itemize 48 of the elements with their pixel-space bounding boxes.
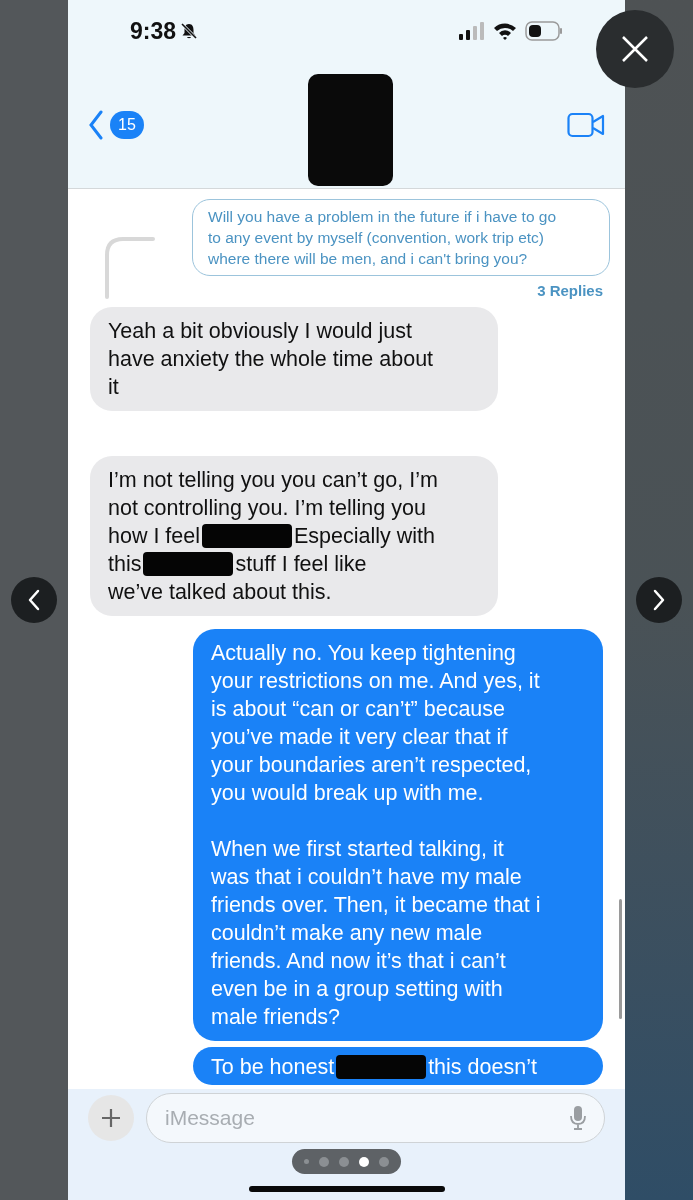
message-text: male friends? — [211, 1003, 342, 1031]
wifi-icon — [493, 22, 517, 40]
message-text: you’ve made it very clear that if — [211, 723, 509, 751]
message-text: this — [108, 550, 142, 578]
status-time: 9:38 — [130, 16, 177, 46]
back-button[interactable]: 15 — [88, 110, 144, 140]
message-text: was that i couldn’t have my male — [211, 863, 523, 891]
message-text: your boundaries aren’t respected, — [211, 751, 533, 779]
close-icon — [621, 35, 649, 63]
message-text: not controlling you. I’m telling you — [108, 494, 427, 522]
message-text: how I feel — [108, 522, 201, 550]
message-text: we’ve talked about this. — [108, 578, 333, 606]
quoted-message-bubble[interactable]: Will you have a problem in the future if i have to go to any event by myself (convention, work trip etc) where there will be men, and i can't bring you? — [192, 199, 610, 276]
message-text: Yeah a bit obviously I would just — [108, 317, 413, 345]
chevron-left-icon — [27, 589, 41, 611]
quoted-text: to any event by myself (convention, work trip etc) — [208, 228, 545, 248]
message-text: is about “can or can’t” because — [211, 695, 506, 723]
battery-icon — [525, 21, 563, 41]
message-text: this doesn’t — [428, 1053, 537, 1081]
previous-button[interactable] — [11, 577, 57, 623]
quoted-text: Will you have a problem in the future if i have to go — [208, 207, 558, 227]
message-text: your restrictions on me. And yes, it — [211, 667, 541, 695]
message-input-field[interactable]: iMessage — [146, 1093, 605, 1143]
back-chevron-icon — [88, 110, 104, 140]
video-camera-icon[interactable] — [567, 112, 605, 138]
message-text: you would break up with me. — [211, 779, 485, 807]
message-text: friends. And now it’s that i can’t — [211, 947, 507, 975]
plus-icon — [101, 1108, 121, 1128]
message-text: Actually no. You keep tightening — [211, 639, 517, 667]
message-text: it — [108, 373, 120, 401]
message-text: To be honest — [211, 1053, 335, 1081]
message-text: Especially with — [294, 522, 436, 550]
unread-count-badge: 15 — [110, 111, 144, 139]
replies-link[interactable]: 3 Replies — [537, 280, 603, 303]
signal-icon — [459, 22, 485, 40]
quoted-text: where there will be men, and i can't bring you? — [208, 249, 529, 269]
message-text: I’m not telling you you can’t go, I’m — [108, 466, 439, 494]
message-text: stuff I feel like — [235, 550, 367, 578]
reply-thread-line — [103, 237, 155, 299]
microphone-icon[interactable] — [569, 1105, 587, 1131]
chevron-right-icon — [652, 589, 666, 611]
message-text: couldn’t make any new male — [211, 919, 484, 947]
message-text: even be in a group setting with — [211, 975, 504, 1003]
message-text: have anxiety the whole time about — [108, 345, 435, 373]
add-button[interactable] — [88, 1095, 134, 1141]
message-text: When we first started talking, it — [211, 835, 505, 863]
next-button[interactable] — [636, 577, 682, 623]
message-text: friends over. Then, it became that i — [211, 891, 542, 919]
